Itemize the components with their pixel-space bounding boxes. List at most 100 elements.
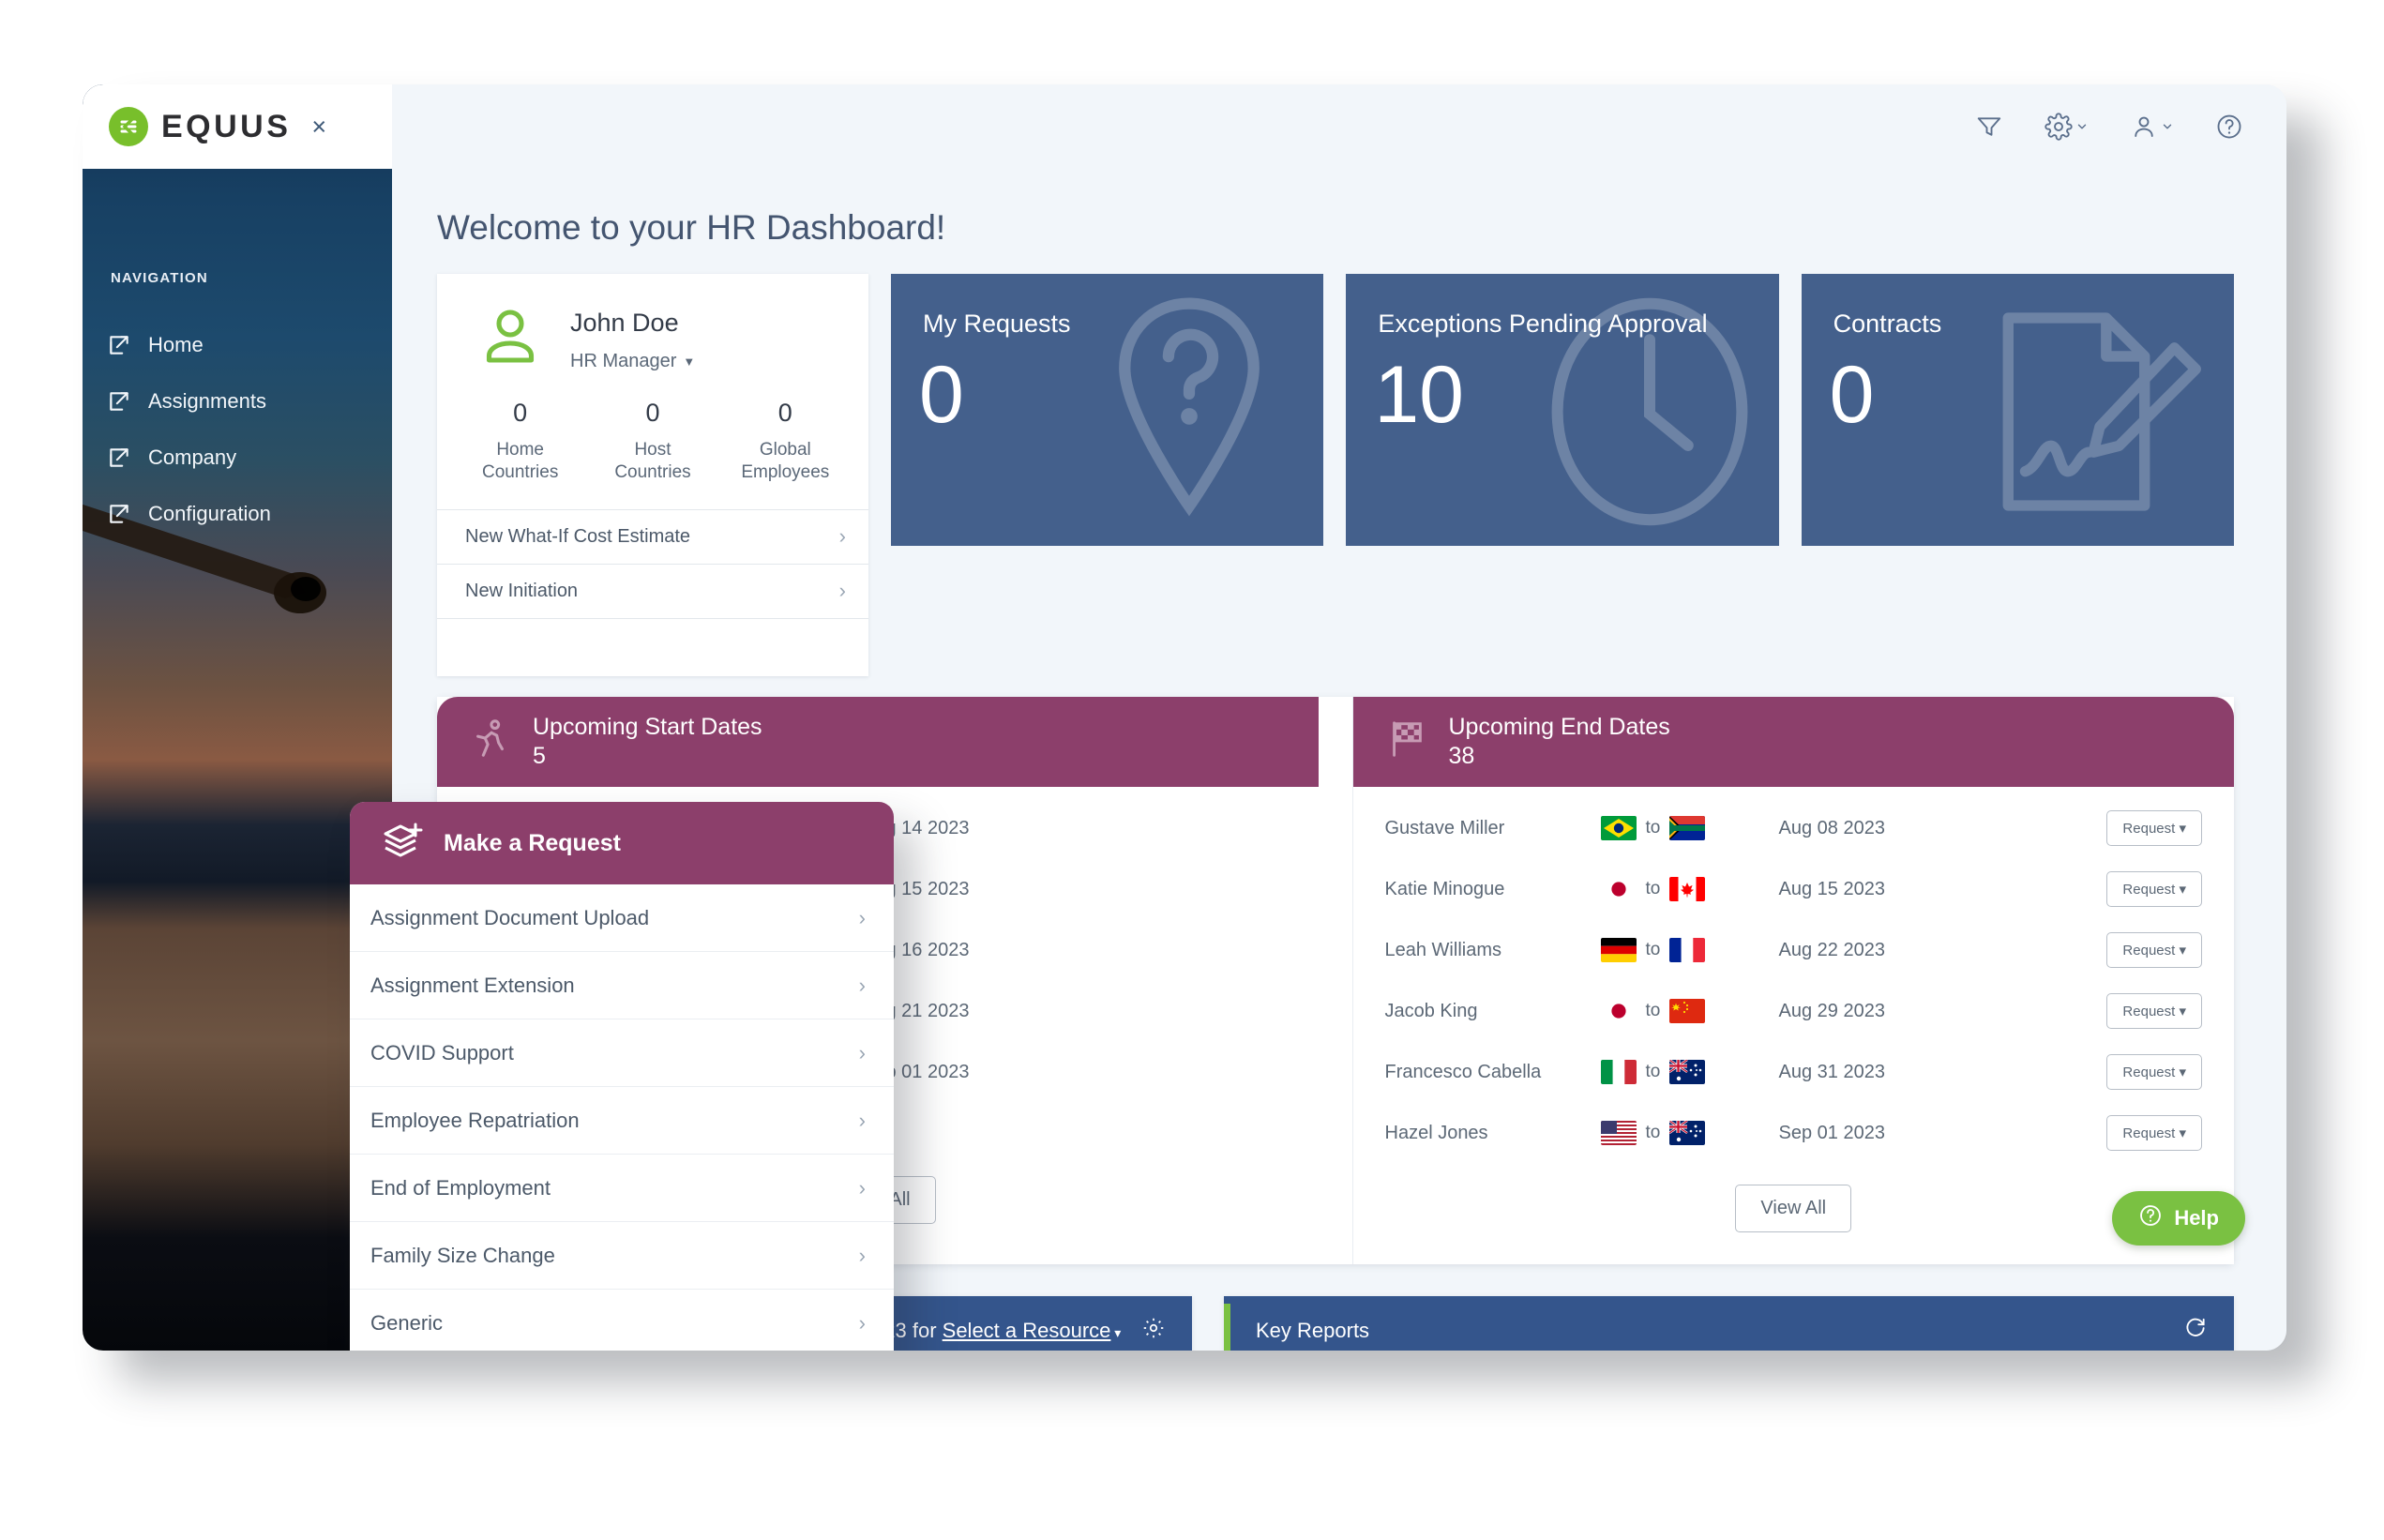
make-a-request-header: Make a Request bbox=[350, 802, 894, 884]
sidebar-item-home[interactable]: Home bbox=[107, 333, 370, 357]
row-name: Jacob King bbox=[1384, 1000, 1478, 1021]
new-what-if-cost-estimate-link[interactable]: New What-If Cost Estimate › bbox=[437, 508, 868, 564]
caret-down-icon: ▼ bbox=[683, 354, 696, 369]
kpi-title: My Requests bbox=[923, 310, 1071, 338]
separator-label: to bbox=[1645, 1123, 1661, 1143]
flag-cn bbox=[1669, 999, 1706, 1024]
help-button[interactable]: Help bbox=[2112, 1191, 2245, 1246]
brand-header: EQUUS × bbox=[83, 84, 392, 169]
request-item-generic[interactable]: Generic › bbox=[350, 1290, 894, 1351]
chevron-right-icon: › bbox=[838, 524, 846, 549]
user-icon[interactable] bbox=[2130, 113, 2174, 141]
row-name: Francesco Cabella bbox=[1384, 1061, 1542, 1082]
table-row[interactable]: Hazel Jones to Sep 01 2023 Request ▾ bbox=[1385, 1103, 2202, 1164]
request-item-employee-repatriation[interactable]: Employee Repatriation › bbox=[350, 1087, 894, 1155]
external-link-icon bbox=[107, 333, 131, 357]
profile-name: John Doe bbox=[570, 308, 679, 337]
link-label: New Initiation bbox=[465, 580, 579, 601]
panel-count: 38 bbox=[1448, 742, 1475, 769]
table-row[interactable]: Francesco Cabella to Aug 31 2023 Request… bbox=[1384, 1042, 2202, 1103]
request-item-assignment-extension[interactable]: Assignment Extension › bbox=[350, 952, 894, 1019]
request-dropdown-button[interactable]: Request ▾ bbox=[2106, 993, 2202, 1030]
refresh-icon[interactable] bbox=[2183, 1316, 2208, 1345]
kpi-my-requests[interactable]: My Requests 0 bbox=[891, 274, 1324, 546]
request-item-label: End of Employment bbox=[370, 1175, 551, 1200]
request-item-label: COVID Support bbox=[370, 1040, 514, 1064]
filter-icon[interactable] bbox=[1975, 113, 2003, 141]
request-dropdown-button[interactable]: Request ▾ bbox=[2106, 1054, 2202, 1091]
table-row[interactable]: Jacob King to Aug 29 2023 Request ▾ bbox=[1384, 981, 2202, 1042]
request-item-covid-support[interactable]: COVID Support › bbox=[350, 1019, 894, 1087]
table-row[interactable]: Gustave Miller to Aug 08 2023 Request ▾ bbox=[1384, 798, 2202, 859]
gear-icon[interactable] bbox=[2045, 113, 2089, 141]
separator-label: to bbox=[1645, 879, 1661, 899]
request-item-end-of-employment[interactable]: End of Employment › bbox=[350, 1155, 894, 1222]
panel-header: Upcoming End Dates 38 bbox=[1352, 696, 2234, 787]
sidebar-item-company[interactable]: Company bbox=[107, 445, 370, 470]
profile-card-footer bbox=[437, 617, 868, 676]
external-link-icon bbox=[107, 502, 131, 526]
row-action: Request ▾ bbox=[1967, 1115, 2202, 1152]
panel-header: Upcoming Start Dates 5 bbox=[437, 696, 1319, 787]
external-link-icon bbox=[107, 389, 131, 414]
stat-host-countries: 0 Host Countries bbox=[586, 399, 718, 485]
kpi-exceptions-pending-approval[interactable]: Exceptions Pending Approval 10 bbox=[1346, 274, 1779, 546]
kpi-value: 10 bbox=[1374, 350, 1464, 440]
row-action: Request ▾ bbox=[1967, 993, 2202, 1030]
sidebar: EQUUS × NAVIGATION Home Assignments Comp… bbox=[83, 84, 392, 1351]
kpi-contracts[interactable]: Contracts 0 bbox=[1801, 274, 2234, 546]
kpi-value: 0 bbox=[1829, 350, 1875, 440]
flag-us bbox=[1600, 1121, 1637, 1146]
new-initiation-link[interactable]: New Initiation › bbox=[437, 563, 868, 618]
close-icon[interactable]: × bbox=[311, 113, 326, 142]
request-item-family-size-change[interactable]: Family Size Change › bbox=[350, 1222, 894, 1290]
row-action: Request ▾ bbox=[1967, 932, 2202, 969]
row-name: Katie Minogue bbox=[1384, 878, 1505, 899]
row-action: Request ▾ bbox=[1967, 1054, 2202, 1091]
request-dropdown-button[interactable]: Request ▾ bbox=[2106, 932, 2202, 969]
row-date: Aug 15 2023 bbox=[1778, 878, 1885, 899]
profile-role-label: HR Manager bbox=[570, 350, 677, 371]
help-circle-icon[interactable] bbox=[2215, 113, 2243, 141]
flag-br bbox=[1600, 816, 1637, 841]
stat-label: Home Countries bbox=[482, 440, 559, 483]
clock-icon bbox=[1537, 285, 1762, 543]
profile-identity: John Doe HR Manager ▼ bbox=[570, 309, 695, 372]
stat-value: 0 bbox=[777, 399, 792, 427]
request-item-label: Assignment Document Upload bbox=[370, 905, 650, 929]
request-item-label: Assignment Extension bbox=[370, 973, 575, 997]
view-all-button[interactable]: View All bbox=[1735, 1184, 1852, 1232]
chevron-right-icon: › bbox=[858, 1243, 866, 1267]
table-row[interactable]: Leah Williams to Aug 22 2023 Request ▾ bbox=[1385, 920, 2202, 981]
panel-count: 5 bbox=[533, 742, 546, 769]
flag-jp bbox=[1600, 877, 1637, 902]
select-resource-link[interactable]: Select a Resource bbox=[943, 1319, 1111, 1342]
row-date: Aug 08 2023 bbox=[1778, 817, 1885, 838]
caret-down-icon[interactable]: ▾ bbox=[1110, 1325, 1121, 1340]
profile-role-dropdown[interactable]: HR Manager ▼ bbox=[570, 351, 695, 372]
gear-icon[interactable] bbox=[1141, 1316, 1166, 1345]
table-row[interactable]: Katie Minogue to Aug 15 2023 Request ▾ bbox=[1384, 859, 2202, 920]
flag-ca bbox=[1669, 877, 1706, 902]
request-item-assignment-document-upload[interactable]: Assignment Document Upload › bbox=[350, 884, 894, 952]
kpi-value: 0 bbox=[919, 350, 964, 440]
flag-de bbox=[1600, 938, 1637, 963]
navigation-section-label: NAVIGATION bbox=[111, 270, 208, 286]
sidebar-item-label: Home bbox=[148, 333, 204, 356]
top-row: John Doe HR Manager ▼ 0 Home Countries 0… bbox=[437, 274, 2234, 676]
key-reports-panel: Key Reports bbox=[1224, 1295, 2234, 1351]
chevron-right-icon: › bbox=[858, 1108, 866, 1132]
flag-jp bbox=[1600, 999, 1637, 1024]
request-dropdown-button[interactable]: Request ▾ bbox=[2106, 871, 2202, 908]
request-dropdown-button[interactable]: Request ▾ bbox=[2106, 1115, 2202, 1152]
page-title: Welcome to your HR Dashboard! bbox=[437, 208, 946, 247]
row-name: Gustave Miller bbox=[1384, 817, 1505, 838]
row-date: Sep 01 2023 bbox=[1778, 1122, 1885, 1143]
sidebar-item-configuration[interactable]: Configuration bbox=[107, 502, 370, 526]
sidebar-item-assignments[interactable]: Assignments bbox=[107, 389, 370, 414]
request-dropdown-button[interactable]: Request ▾ bbox=[2106, 810, 2202, 847]
panel-title: Key Reports bbox=[1256, 1318, 1370, 1342]
row-date: Aug 29 2023 bbox=[1778, 1000, 1885, 1021]
panel-title: Upcoming End Dates bbox=[1448, 714, 1670, 741]
profile-card: John Doe HR Manager ▼ 0 Home Countries 0… bbox=[437, 274, 868, 676]
